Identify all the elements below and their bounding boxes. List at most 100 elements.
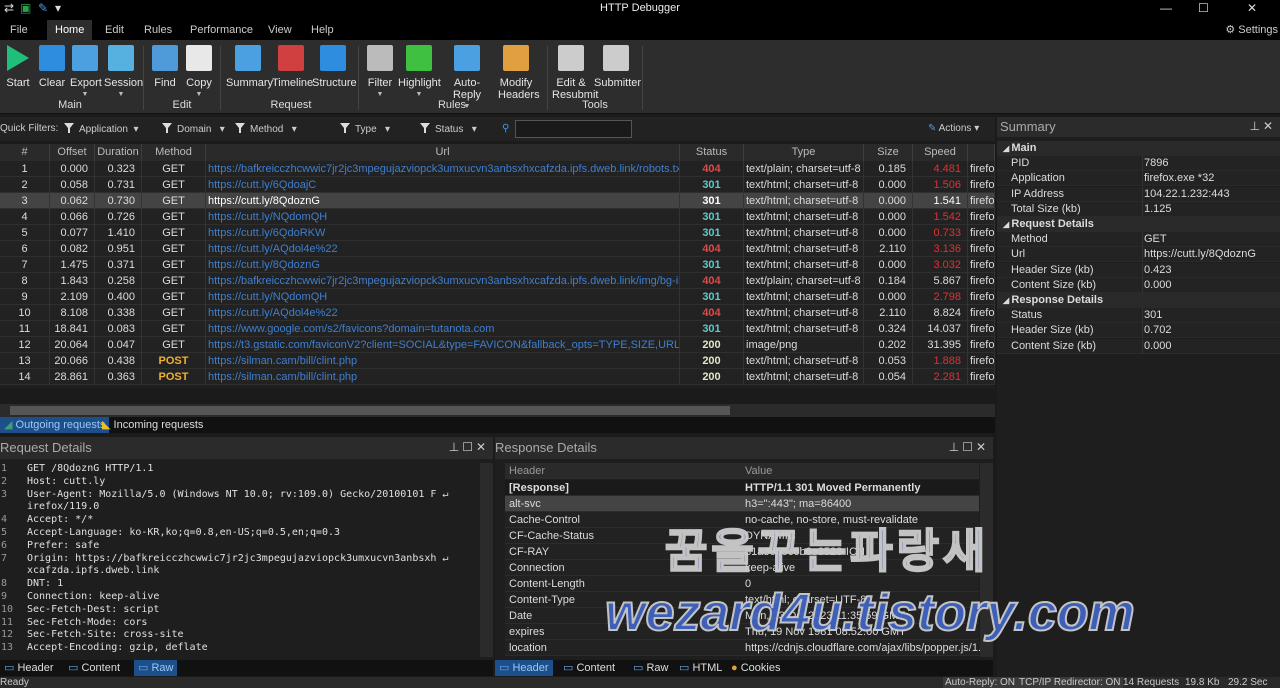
tab-raw[interactable]: ▭ Raw bbox=[134, 660, 178, 676]
column-header[interactable]: Duration bbox=[95, 144, 142, 161]
ribbon-button-edit-resubmit[interactable]: Edit & Resubmit bbox=[552, 45, 598, 101]
cell-url[interactable]: https://www.google.com/s2/favicons?domai… bbox=[206, 321, 680, 337]
cell-url[interactable]: https://cutt.ly/6QdoajC bbox=[206, 177, 680, 193]
table-row[interactable]: 14 28.861 0.363 POST https://silman.cam/bill… bbox=[0, 369, 995, 385]
tab-edit[interactable]: Edit bbox=[97, 20, 132, 40]
scrollbar-thumb[interactable] bbox=[10, 406, 730, 415]
cell-url[interactable]: https://t3.gstatic.com/faviconV2?client=… bbox=[206, 337, 680, 353]
ribbon-group-label: Main bbox=[58, 99, 82, 111]
summary-row: Content Size (kb) 0.000 bbox=[997, 277, 1280, 293]
summary-section[interactable]: ◢ Main bbox=[997, 141, 1280, 156]
tab-home[interactable]: Home bbox=[47, 20, 93, 40]
tab-header[interactable]: ▭ Header bbox=[0, 660, 58, 676]
cell-url[interactable]: https://cutt.ly/8QdoznG bbox=[206, 193, 680, 209]
close-icon[interactable]: ✕ bbox=[1247, 1, 1257, 15]
table-row[interactable]: 5 0.077 1.410 GET https://cutt.ly/6QdoRKW 301… bbox=[0, 225, 995, 241]
response-header-row[interactable]: alt-svc h3=":443"; ma=86400 bbox=[505, 496, 979, 512]
tab-html[interactable]: ▭ HTML bbox=[675, 660, 726, 676]
filter-domain[interactable]: Domain ▾ bbox=[162, 123, 225, 135]
column-header[interactable]: # bbox=[0, 144, 50, 161]
tab-performance[interactable]: Performance bbox=[182, 20, 261, 40]
summary-section[interactable]: ◢ Request Details bbox=[997, 217, 1280, 232]
maximize-icon[interactable]: ☐ bbox=[1198, 1, 1209, 15]
cell-url[interactable]: https://silman.cam/bill/clint.php bbox=[206, 369, 680, 385]
search-input[interactable] bbox=[515, 120, 632, 138]
actions-button[interactable]: ✎ Actions ▾ bbox=[928, 123, 979, 134]
ribbon-button-highlight[interactable]: Highlight ▼ bbox=[398, 45, 441, 101]
table-row[interactable]: 13 20.066 0.438 POST https://silman.cam/bill… bbox=[0, 353, 995, 369]
column-header[interactable]: Speed bbox=[913, 144, 968, 161]
column-header[interactable]: Method bbox=[142, 144, 206, 161]
cell-url[interactable]: https://cutt.ly/8QdoznG bbox=[206, 257, 680, 273]
cell-url[interactable]: https://cutt.ly/AQdol4e%22 bbox=[206, 305, 680, 321]
tab-incoming-requests[interactable]: ◣ Incoming requests bbox=[98, 417, 207, 433]
tab-rules[interactable]: Rules bbox=[136, 20, 180, 40]
column-header[interactable]: Offset bbox=[50, 144, 95, 161]
filter-method[interactable]: Method ▾ bbox=[235, 123, 297, 135]
table-row[interactable]: 12 20.064 0.047 GET https://t3.gstatic.com/f… bbox=[0, 337, 995, 353]
redirector-status[interactable]: TCP/IP Redirector: ON bbox=[1017, 677, 1123, 688]
ribbon-button-copy[interactable]: Copy ▼ bbox=[186, 45, 212, 101]
table-row[interactable]: 8 1.843 0.258 GET https://bafkreicczhcwwic7j… bbox=[0, 273, 995, 289]
column-header[interactable]: Url bbox=[206, 144, 680, 161]
cell-url[interactable]: https://cutt.ly/AQdol4e%22 bbox=[206, 241, 680, 257]
panel-buttons[interactable]: ⊥☐✕ bbox=[449, 440, 489, 454]
cell-url[interactable]: https://cutt.ly/6QdoRKW bbox=[206, 225, 680, 241]
table-row[interactable]: 9 2.109 0.400 GET https://cutt.ly/NQdomQH 301… bbox=[0, 289, 995, 305]
ribbon-button-find[interactable]: Find bbox=[152, 45, 178, 89]
column-header[interactable]: Value bbox=[745, 463, 772, 479]
cell-url[interactable]: https://silman.cam/bill/clint.php bbox=[206, 353, 680, 369]
ribbon-button-filter[interactable]: Filter ▼ bbox=[366, 45, 394, 101]
table-row[interactable]: 11 18.841 0.083 GET https://www.google.com/s… bbox=[0, 321, 995, 337]
panel-buttons[interactable]: ⊥☐✕ bbox=[949, 440, 989, 454]
filter-type[interactable]: Type ▾ bbox=[340, 123, 390, 135]
column-header[interactable]: Type bbox=[744, 144, 864, 161]
cell-url[interactable]: https://bafkreicczhcwwic7jr2jc3mpegujazv… bbox=[206, 273, 680, 289]
table-row[interactable]: 6 0.082 0.951 GET https://cutt.ly/AQdol4e%22… bbox=[0, 241, 995, 257]
minimize-icon[interactable]: — bbox=[1160, 1, 1172, 15]
table-row[interactable]: 1 0.000 0.323 GET https://bafkreicczhcwwic7j… bbox=[0, 161, 995, 177]
ribbon-button-submitter[interactable]: Submitter bbox=[594, 45, 641, 89]
settings-button[interactable]: ⚙ Settings bbox=[1221, 20, 1280, 40]
ribbon-button-export[interactable]: Export ▼ bbox=[70, 45, 102, 101]
table-row[interactable]: 4 0.066 0.726 GET https://cutt.ly/NQdomQH 301… bbox=[0, 209, 995, 225]
table-row[interactable]: 7 1.475 0.371 GET https://cutt.ly/8QdoznG 301… bbox=[0, 257, 995, 273]
table-row[interactable]: 2 0.058 0.731 GET https://cutt.ly/6QdoajC 301… bbox=[0, 177, 995, 193]
summary-section[interactable]: ◢ Response Details bbox=[997, 293, 1280, 308]
ribbon-button-structure[interactable]: Structure bbox=[312, 45, 357, 89]
filter-status[interactable]: Status ▾ bbox=[420, 123, 477, 135]
cell-url[interactable]: https://bafkreicczhcwwic7jr2jc3mpegujazv… bbox=[206, 161, 680, 177]
ribbon-button-clear[interactable]: Clear bbox=[38, 45, 66, 89]
tab-header[interactable]: ▭ Header bbox=[495, 660, 553, 676]
cell-url[interactable]: https://cutt.ly/NQdomQH bbox=[206, 289, 680, 305]
header-name: expires bbox=[509, 626, 545, 638]
filter-icon bbox=[162, 123, 172, 133]
table-row[interactable]: 10 8.108 0.338 GET https://cutt.ly/AQdol4e%2… bbox=[0, 305, 995, 321]
cell-url[interactable]: https://cutt.ly/NQdomQH bbox=[206, 209, 680, 225]
column-header[interactable]: Size bbox=[864, 144, 913, 161]
vertical-scrollbar[interactable] bbox=[480, 463, 493, 657]
filter-application[interactable]: Application ▾ bbox=[64, 123, 139, 135]
cell-offset: 1.475 bbox=[50, 257, 95, 273]
tab-help[interactable]: Help bbox=[303, 20, 342, 40]
tab-cookies[interactable]: ● Cookies bbox=[727, 660, 784, 676]
column-header[interactable]: Status bbox=[680, 144, 744, 161]
panel-buttons[interactable]: ⊥✕ bbox=[1249, 119, 1276, 133]
tab-content[interactable]: ▭ Content bbox=[64, 660, 124, 676]
auto-reply-status[interactable]: Auto-Reply: ON bbox=[943, 677, 1018, 688]
tab-content[interactable]: ▭ Content bbox=[559, 660, 619, 676]
ribbon-button-modify-headers[interactable]: Modify Headers bbox=[498, 45, 540, 101]
response-header-row[interactable]: [Response] HTTP/1.1 301 Moved Permanently bbox=[505, 480, 979, 496]
raw-request-text[interactable]: 1 GET /8QdoznG HTTP/1.1 2 Host: cutt.ly 3 Use… bbox=[0, 463, 480, 655]
tab-view[interactable]: View bbox=[260, 20, 300, 40]
tab-outgoing-requests[interactable]: ◢ Outgoing requests bbox=[0, 417, 110, 433]
table-row[interactable]: 3 0.062 0.730 GET https://cutt.ly/8QdoznG 301… bbox=[0, 193, 995, 209]
ribbon-button-start[interactable]: Start bbox=[4, 45, 32, 89]
column-header[interactable]: Header bbox=[509, 463, 545, 479]
tab-file[interactable]: File bbox=[2, 20, 36, 40]
ribbon-button-timeline[interactable]: Timeline bbox=[272, 45, 313, 89]
column-header[interactable] bbox=[968, 144, 995, 161]
ribbon-button-session[interactable]: Session ▼ bbox=[104, 45, 143, 101]
tab-raw[interactable]: ▭ Raw bbox=[629, 660, 672, 676]
ribbon-button-summary[interactable]: Summary bbox=[226, 45, 273, 89]
